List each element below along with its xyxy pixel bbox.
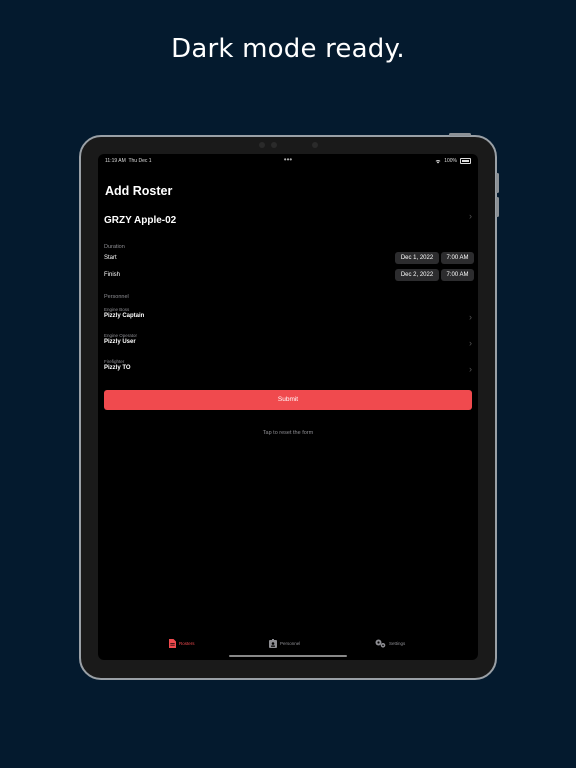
start-date-picker[interactable]: Dec 1, 2022 [395, 252, 439, 264]
reset-form-link[interactable]: Tap to reset the form [98, 430, 478, 436]
multitasking-dots-icon[interactable]: ••• [284, 156, 292, 164]
finish-label: Finish [104, 272, 121, 278]
device-volume-down-button [496, 197, 499, 217]
start-label: Start [104, 255, 117, 261]
chevron-right-icon: › [469, 364, 472, 374]
personnel-row-engine-boss[interactable]: Engine Boss Pizzly Captain › [104, 307, 472, 325]
chevron-right-icon: › [469, 312, 472, 322]
personnel-row-engine-operator[interactable]: Engine Operator Pizzly User › [104, 333, 472, 351]
roster-selector[interactable]: GRZY Apple-02 › [104, 210, 472, 226]
sensor-icon [312, 142, 318, 148]
tab-label: Settings [389, 641, 406, 646]
tab-settings[interactable]: Settings [375, 639, 405, 648]
tablet-device-frame: 11:19 AM Thu Dec 1 ••• 100% Add Roster G… [79, 133, 499, 680]
sensor-icon [271, 142, 277, 148]
tab-rosters[interactable]: Rosters [169, 639, 195, 648]
status-date: Thu Dec 1 [128, 158, 152, 164]
duration-section-label: Duration [104, 244, 125, 250]
roster-name: GRZY Apple-02 [104, 215, 177, 226]
front-camera-icon [259, 142, 265, 148]
tab-bar: Rosters Personnel Settings [98, 639, 478, 651]
chevron-right-icon: › [469, 211, 472, 221]
id-badge-icon [269, 639, 277, 648]
chevron-right-icon: › [469, 338, 472, 348]
document-icon [169, 639, 176, 648]
status-indicators: 100% [435, 158, 471, 164]
gears-icon [375, 639, 386, 648]
submit-button[interactable]: Submit [104, 390, 472, 410]
status-bar: 11:19 AM Thu Dec 1 ••• 100% [105, 156, 471, 166]
tab-label: Personnel [280, 641, 301, 646]
status-time: 11:19 AM [105, 158, 126, 164]
personnel-name: Pizzly Captain [104, 313, 145, 319]
page-title: Add Roster [105, 184, 173, 198]
personnel-name: Pizzly User [104, 339, 136, 345]
app-screen: 11:19 AM Thu Dec 1 ••• 100% Add Roster G… [98, 154, 478, 660]
tab-personnel[interactable]: Personnel [269, 639, 300, 648]
start-time-picker[interactable]: 7:00 AM [441, 252, 474, 264]
personnel-name: Pizzly TO [104, 365, 131, 371]
personnel-role: Engine Boss [104, 307, 130, 312]
personnel-row-firefighter[interactable]: Firefighter Pizzly TO › [104, 359, 472, 377]
device-top-button [449, 133, 471, 136]
marketing-headline: Dark mode ready. [171, 34, 405, 64]
finish-date-picker[interactable]: Dec 2, 2022 [395, 269, 439, 281]
finish-time-picker[interactable]: 7:00 AM [441, 269, 474, 281]
personnel-role: Firefighter [104, 359, 125, 364]
personnel-role: Engine Operator [104, 333, 138, 338]
home-indicator[interactable] [229, 655, 347, 657]
wifi-icon [435, 159, 441, 163]
device-volume-up-button [496, 173, 499, 193]
battery-icon [460, 158, 471, 164]
personnel-section-label: Personnel [104, 294, 129, 300]
status-time-date: 11:19 AM Thu Dec 1 [105, 158, 152, 164]
battery-percent: 100% [444, 158, 457, 164]
tab-label: Rosters [179, 641, 195, 646]
